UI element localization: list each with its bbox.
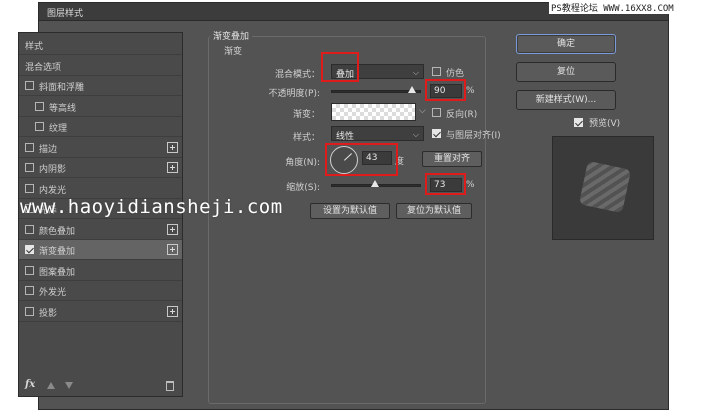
reset-align-button[interactable]: 重置对齐 [422, 151, 482, 167]
style-list-item-label: 斜面和浮雕 [39, 83, 85, 93]
style-list-item[interactable]: 颜色叠加 [19, 220, 182, 240]
highlight-box-scale [425, 173, 466, 195]
style-checkbox[interactable] [35, 122, 44, 131]
style-list-item-label: 渐变叠加 [39, 247, 76, 257]
style-list-item[interactable]: 渐变叠加 [19, 240, 182, 260]
highlight-box-blend-mode [321, 52, 359, 82]
style-list-item-label: 投影 [39, 308, 58, 319]
style-checkbox[interactable] [25, 306, 34, 316]
add-icon[interactable] [167, 305, 178, 317]
style-list-item[interactable]: 图案叠加 [19, 261, 182, 281]
style-list-item[interactable]: 纹理 [19, 117, 182, 137]
section-title: 渐变叠加 [210, 29, 253, 42]
style-list-item-label: 样式 [25, 42, 44, 52]
reverse-label: 反向(R) [446, 110, 478, 120]
move-up-icon[interactable] [47, 382, 55, 389]
style-list-item[interactable]: 混合选项 [19, 56, 182, 76]
trash-icon[interactable] [166, 381, 174, 391]
style-list-item[interactable]: 斜面和浮雕 [19, 76, 182, 96]
blend-mode-label: 混合模式： [274, 70, 320, 80]
reset-to-default-button[interactable]: 复位为默认值 [396, 203, 472, 219]
style-list-item[interactable]: 投影 [19, 302, 182, 322]
dither-label: 仿色 [446, 69, 465, 79]
add-icon[interactable] [167, 223, 178, 235]
scale-unit: % [466, 180, 475, 190]
add-icon[interactable] [167, 162, 178, 173]
style-list-item-label: 内阴影 [39, 165, 67, 175]
style-checkbox[interactable] [25, 142, 34, 152]
opacity-slider-thumb[interactable] [408, 86, 416, 93]
style-list-item[interactable]: 样式 [19, 35, 182, 55]
style-list-item[interactable]: 外发光 [19, 281, 182, 301]
style-list-item-label: 纹理 [49, 124, 68, 134]
dither-checkbox[interactable] [432, 67, 441, 76]
preview-label: 预览(V) [589, 119, 621, 129]
make-default-button[interactable]: 设置为默认值 [310, 203, 390, 219]
gradient-dropdown-icon[interactable]: ⌵ [419, 106, 426, 116]
preview-checkbox[interactable] [574, 118, 583, 127]
style-list-item[interactable]: 内阴影 [19, 158, 182, 178]
ok-button[interactable]: 确定 [516, 34, 616, 54]
highlight-box-opacity [425, 79, 466, 101]
style-checkbox[interactable] [25, 81, 34, 90]
style-checkbox[interactable] [25, 245, 34, 254]
style-list-item-label: 内发光 [39, 185, 67, 196]
style-checkbox[interactable] [25, 163, 34, 172]
subsection-title: 渐变 [224, 47, 243, 57]
opacity-label: 不透明度(P): [268, 89, 320, 99]
style-list-item[interactable]: 等高线 [19, 97, 182, 117]
style-checkbox[interactable] [35, 101, 44, 111]
scale-label: 缩放(S): [286, 183, 320, 193]
reset-button[interactable]: 复位 [516, 62, 616, 82]
chevron-down-icon: ⌵ [412, 130, 419, 139]
new-style-button[interactable]: 新建样式(W)... [516, 90, 616, 110]
chevron-down-icon: ⌵ [412, 68, 419, 77]
preview-shape [578, 160, 632, 214]
highlight-box-angle [325, 143, 398, 176]
style-list-item-label: 混合选项 [25, 62, 62, 73]
align-with-layer-label: 与图层对齐(I) [446, 131, 501, 141]
style-select[interactable]: 线性 ⌵ [331, 126, 424, 142]
styles-list-footer: fx [19, 378, 182, 396]
style-value: 线性 [336, 132, 355, 142]
move-down-icon[interactable] [65, 382, 73, 389]
style-checkbox[interactable] [25, 286, 34, 295]
opacity-unit: % [466, 86, 475, 96]
add-icon[interactable] [167, 244, 178, 255]
gradient-label: 渐变： [292, 110, 320, 120]
watermark-middle: www.haoyidiansheji.com [20, 196, 283, 218]
style-checkbox[interactable] [25, 224, 34, 234]
reverse-checkbox[interactable] [432, 108, 441, 117]
window-title: 图层样式 [47, 9, 84, 19]
fx-icon[interactable]: fx [25, 379, 35, 390]
style-list-item-label: 图案叠加 [39, 267, 76, 278]
preview-thumbnail [552, 136, 654, 240]
align-with-layer-checkbox[interactable] [432, 129, 441, 138]
style-list-item-label: 颜色叠加 [39, 226, 76, 237]
add-icon[interactable] [167, 141, 178, 153]
style-list-item[interactable]: 描边 [19, 138, 182, 158]
gradient-swatch[interactable] [331, 103, 416, 121]
style-label: 样式： [292, 133, 320, 143]
style-list-item-label: 外发光 [39, 288, 67, 298]
watermark-top: PS教程论坛 WWW.16XX8.COM [549, 1, 676, 14]
style-checkbox[interactable] [25, 183, 34, 193]
style-list-item-label: 等高线 [49, 103, 77, 114]
style-list-item-label: 描边 [39, 144, 58, 155]
style-checkbox[interactable] [25, 265, 34, 275]
angle-label: 角度(N): [285, 158, 320, 168]
scale-slider-thumb[interactable] [371, 180, 380, 187]
